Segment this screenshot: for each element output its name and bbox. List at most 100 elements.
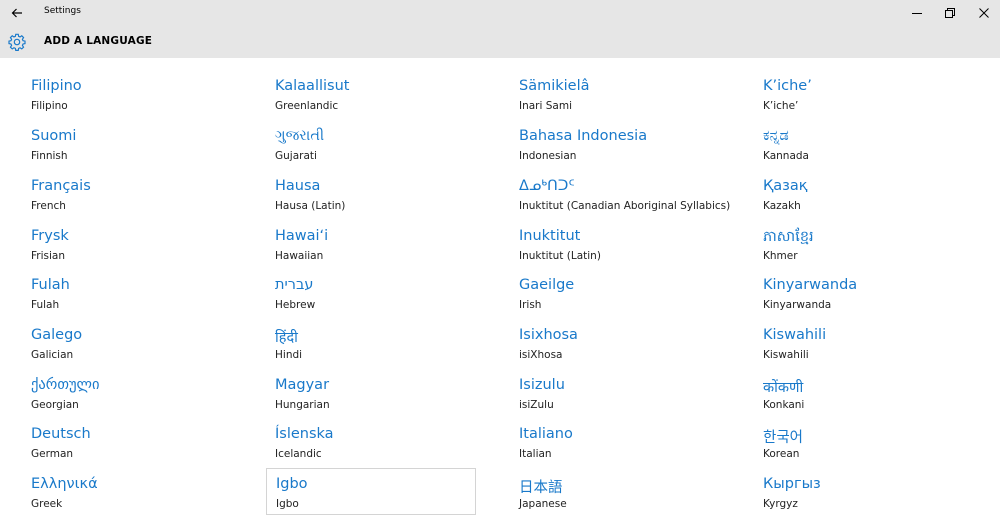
language-english-name: Greenlandic (275, 100, 339, 112)
language-item[interactable]: ქართული Georgian (31, 373, 241, 417)
language-item[interactable]: 한국어 Korean (763, 422, 973, 466)
language-item[interactable]: Kiswahili Kiswahili (763, 323, 973, 367)
language-native-name: Filipino (31, 78, 82, 94)
language-native-name: Frysk (31, 228, 69, 244)
language-item[interactable]: Isixhosa isiXhosa (519, 323, 729, 367)
language-item[interactable]: हिंदी Hindi (275, 323, 485, 367)
language-native-name: Sämikielâ (519, 78, 590, 94)
language-english-name: Hawaiian (275, 250, 324, 262)
language-english-name: Kazakh (763, 200, 801, 212)
restore-button[interactable] (932, 0, 968, 25)
minimize-button[interactable] (899, 0, 935, 25)
language-item-selected[interactable]: Igbo Igbo (266, 468, 476, 515)
language-item[interactable]: Fulah Fulah (31, 273, 241, 317)
language-item[interactable]: Français French (31, 174, 241, 218)
title-bar: Settings (0, 0, 1000, 25)
language-english-name: Korean (763, 448, 800, 460)
language-item[interactable]: ᐃᓄᒃᑎᑐᑦ Inuktitut (Canadian Aboriginal Sy… (519, 174, 731, 218)
language-item[interactable]: Hausa Hausa (Latin) (275, 174, 485, 218)
language-native-name: Isizulu (519, 377, 565, 393)
language-english-name: Italian (519, 448, 552, 460)
language-native-name: Кыргыз (763, 476, 821, 492)
language-item[interactable]: ភាសាខ្មែរ Khmer (763, 224, 973, 268)
language-native-name: Ελληνικά (31, 476, 98, 492)
language-english-name: Inuktitut (Canadian Aboriginal Syllabics… (519, 200, 731, 212)
language-item[interactable]: Íslenska Icelandic (275, 422, 485, 466)
language-english-name: Konkani (763, 399, 805, 411)
language-native-name: עברית (275, 277, 314, 293)
language-native-name: ქართული (31, 377, 100, 393)
language-english-name: Gujarati (275, 150, 317, 162)
language-english-name: Greek (31, 498, 63, 510)
language-item[interactable]: Galego Galician (31, 323, 241, 367)
language-native-name: Français (31, 178, 91, 194)
language-english-name: Kinyarwanda (763, 299, 832, 311)
language-native-name: Igbo (276, 476, 308, 492)
language-item[interactable]: K’iche’ K’iche’ (763, 74, 973, 118)
language-item[interactable]: Gaeilge Irish (519, 273, 729, 317)
app-title: Settings (44, 6, 81, 16)
language-item[interactable]: Bahasa Indonesia Indonesian (519, 124, 729, 168)
language-item[interactable]: עברית Hebrew (275, 273, 485, 317)
language-native-name: Íslenska (275, 426, 334, 442)
language-native-name: Galego (31, 327, 83, 343)
language-native-name: Italiano (519, 426, 573, 442)
language-item[interactable]: Inuktitut Inuktitut (Latin) (519, 224, 729, 268)
back-button[interactable] (0, 0, 34, 25)
language-item[interactable]: Isizulu isiZulu (519, 373, 729, 417)
language-item[interactable]: Hawaiʻi Hawaiian (275, 224, 485, 268)
language-item[interactable]: Кыргыз Kyrgyz (763, 472, 973, 516)
restore-icon (945, 7, 955, 18)
language-item[interactable]: ગુજરાતી Gujarati (275, 124, 485, 168)
language-native-name: 한국어 (763, 430, 804, 446)
language-item[interactable]: Қазақ Kazakh (763, 174, 973, 218)
language-native-name: Inuktitut (519, 228, 581, 244)
language-english-name: Georgian (31, 399, 79, 411)
language-item[interactable]: ಕನ್ನಡ Kannada (763, 124, 973, 168)
language-native-name: Bahasa Indonesia (519, 128, 648, 144)
language-native-name: Қазақ (763, 178, 808, 194)
language-english-name: K’iche’ (763, 100, 799, 112)
language-item[interactable]: Deutsch German (31, 422, 241, 466)
minimize-icon (912, 12, 922, 14)
language-english-name: Filipino (31, 100, 68, 112)
language-native-name: कोंकणी (763, 380, 804, 396)
language-item[interactable]: Magyar Hungarian (275, 373, 485, 417)
language-item[interactable]: Italiano Italian (519, 422, 729, 466)
language-item[interactable]: 日本語 Japanese (519, 472, 729, 516)
language-native-name: Kalaallisut (275, 78, 350, 94)
page-title: ADD A LANGUAGE (44, 35, 153, 47)
language-english-name: Galician (31, 349, 74, 361)
language-english-name: isiZulu (519, 399, 554, 411)
arrow-left-icon (11, 8, 22, 17)
language-item[interactable]: Kinyarwanda Kinyarwanda (763, 273, 973, 317)
language-item[interactable]: Sämikielâ Inari Sami (519, 74, 729, 118)
language-native-name: 日本語 (519, 480, 563, 496)
language-english-name: Indonesian (519, 150, 577, 162)
language-native-name: Hausa (275, 178, 321, 194)
language-item[interactable]: Kalaallisut Greenlandic (275, 74, 485, 118)
language-grid: Filipino Filipino Suomi Finnish Français… (0, 58, 1000, 519)
language-item[interactable]: कोंकणी Konkani (763, 373, 973, 417)
language-item[interactable]: Suomi Finnish (31, 124, 241, 168)
gear-icon (8, 33, 26, 51)
language-native-name: ಕನ್ನಡ (763, 128, 789, 144)
language-native-name: ភាសាខ្មែរ (763, 229, 814, 245)
language-english-name: Japanese (519, 498, 567, 510)
language-english-name: Inari Sami (519, 100, 573, 112)
language-english-name: Inuktitut (Latin) (519, 250, 601, 262)
language-native-name: Hawaiʻi (275, 228, 329, 244)
language-native-name: Isixhosa (519, 327, 578, 343)
language-english-name: Igbo (276, 498, 299, 510)
language-english-name: Hungarian (275, 399, 330, 411)
language-native-name: Kinyarwanda (763, 277, 858, 293)
close-icon (979, 7, 989, 18)
language-native-name: Magyar (275, 377, 330, 393)
language-item[interactable]: Ελληνικά Greek (31, 472, 241, 516)
close-button[interactable] (966, 0, 1000, 25)
language-english-name: Fulah (31, 299, 60, 311)
language-item[interactable]: Frysk Frisian (31, 224, 241, 268)
language-item[interactable]: Filipino Filipino (31, 74, 241, 118)
language-native-name: Gaeilge (519, 277, 575, 293)
language-native-name: Deutsch (31, 426, 91, 442)
